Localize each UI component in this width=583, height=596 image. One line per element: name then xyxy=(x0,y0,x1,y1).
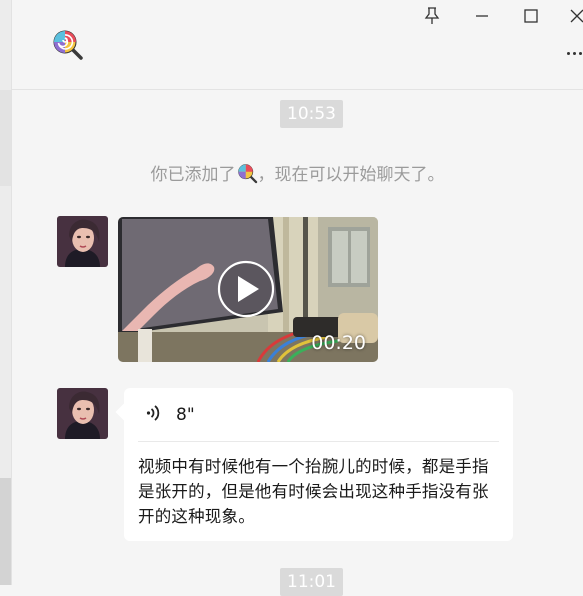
video-message[interactable]: 00:20 xyxy=(118,217,378,362)
system-message: 你已添加了 ，现在可以开始聊天了。 xyxy=(12,162,583,187)
avatar[interactable] xyxy=(57,216,108,267)
chat-header xyxy=(12,0,583,90)
voice-message-bubble[interactable]: 8" 视频中有时候他有一个抬腕儿的时候，都是手指是张开的，但是他有时候会出现这种… xyxy=(115,388,513,541)
voice-player[interactable]: 8" xyxy=(146,402,195,428)
close-icon[interactable] xyxy=(565,4,583,28)
voice-transcript: 视频中有时候他有一个抬腕儿的时候，都是手指是张开的，但是他有时候会出现这种手指没… xyxy=(138,457,489,526)
voice-duration: 8" xyxy=(176,405,195,425)
timestamp: 10:53 xyxy=(280,100,343,128)
pin-icon[interactable] xyxy=(420,4,444,28)
sidebar-edge xyxy=(0,0,12,585)
sidebar-segment xyxy=(0,90,11,186)
video-duration: 00:20 xyxy=(311,332,366,354)
minimize-icon[interactable] xyxy=(470,4,494,28)
message-list[interactable]: 10:53 你已添加了 ，现在可以开始聊天了。 00:20 8" 视频中有时候他… xyxy=(12,90,583,596)
timestamp: 11:01 xyxy=(280,568,343,596)
system-message-prefix: 你已添加了 xyxy=(150,165,236,185)
sidebar-segment xyxy=(0,478,11,585)
maximize-icon[interactable] xyxy=(519,4,543,28)
system-message-suffix: ，现在可以开始聊天了。 xyxy=(257,165,445,185)
voice-wave-icon xyxy=(146,403,162,427)
more-icon[interactable] xyxy=(566,42,583,62)
avatar[interactable] xyxy=(57,388,108,439)
bubble-tail xyxy=(115,403,133,421)
divider xyxy=(138,441,499,442)
lollipop-icon xyxy=(236,162,258,184)
lollipop-icon[interactable] xyxy=(50,27,84,61)
